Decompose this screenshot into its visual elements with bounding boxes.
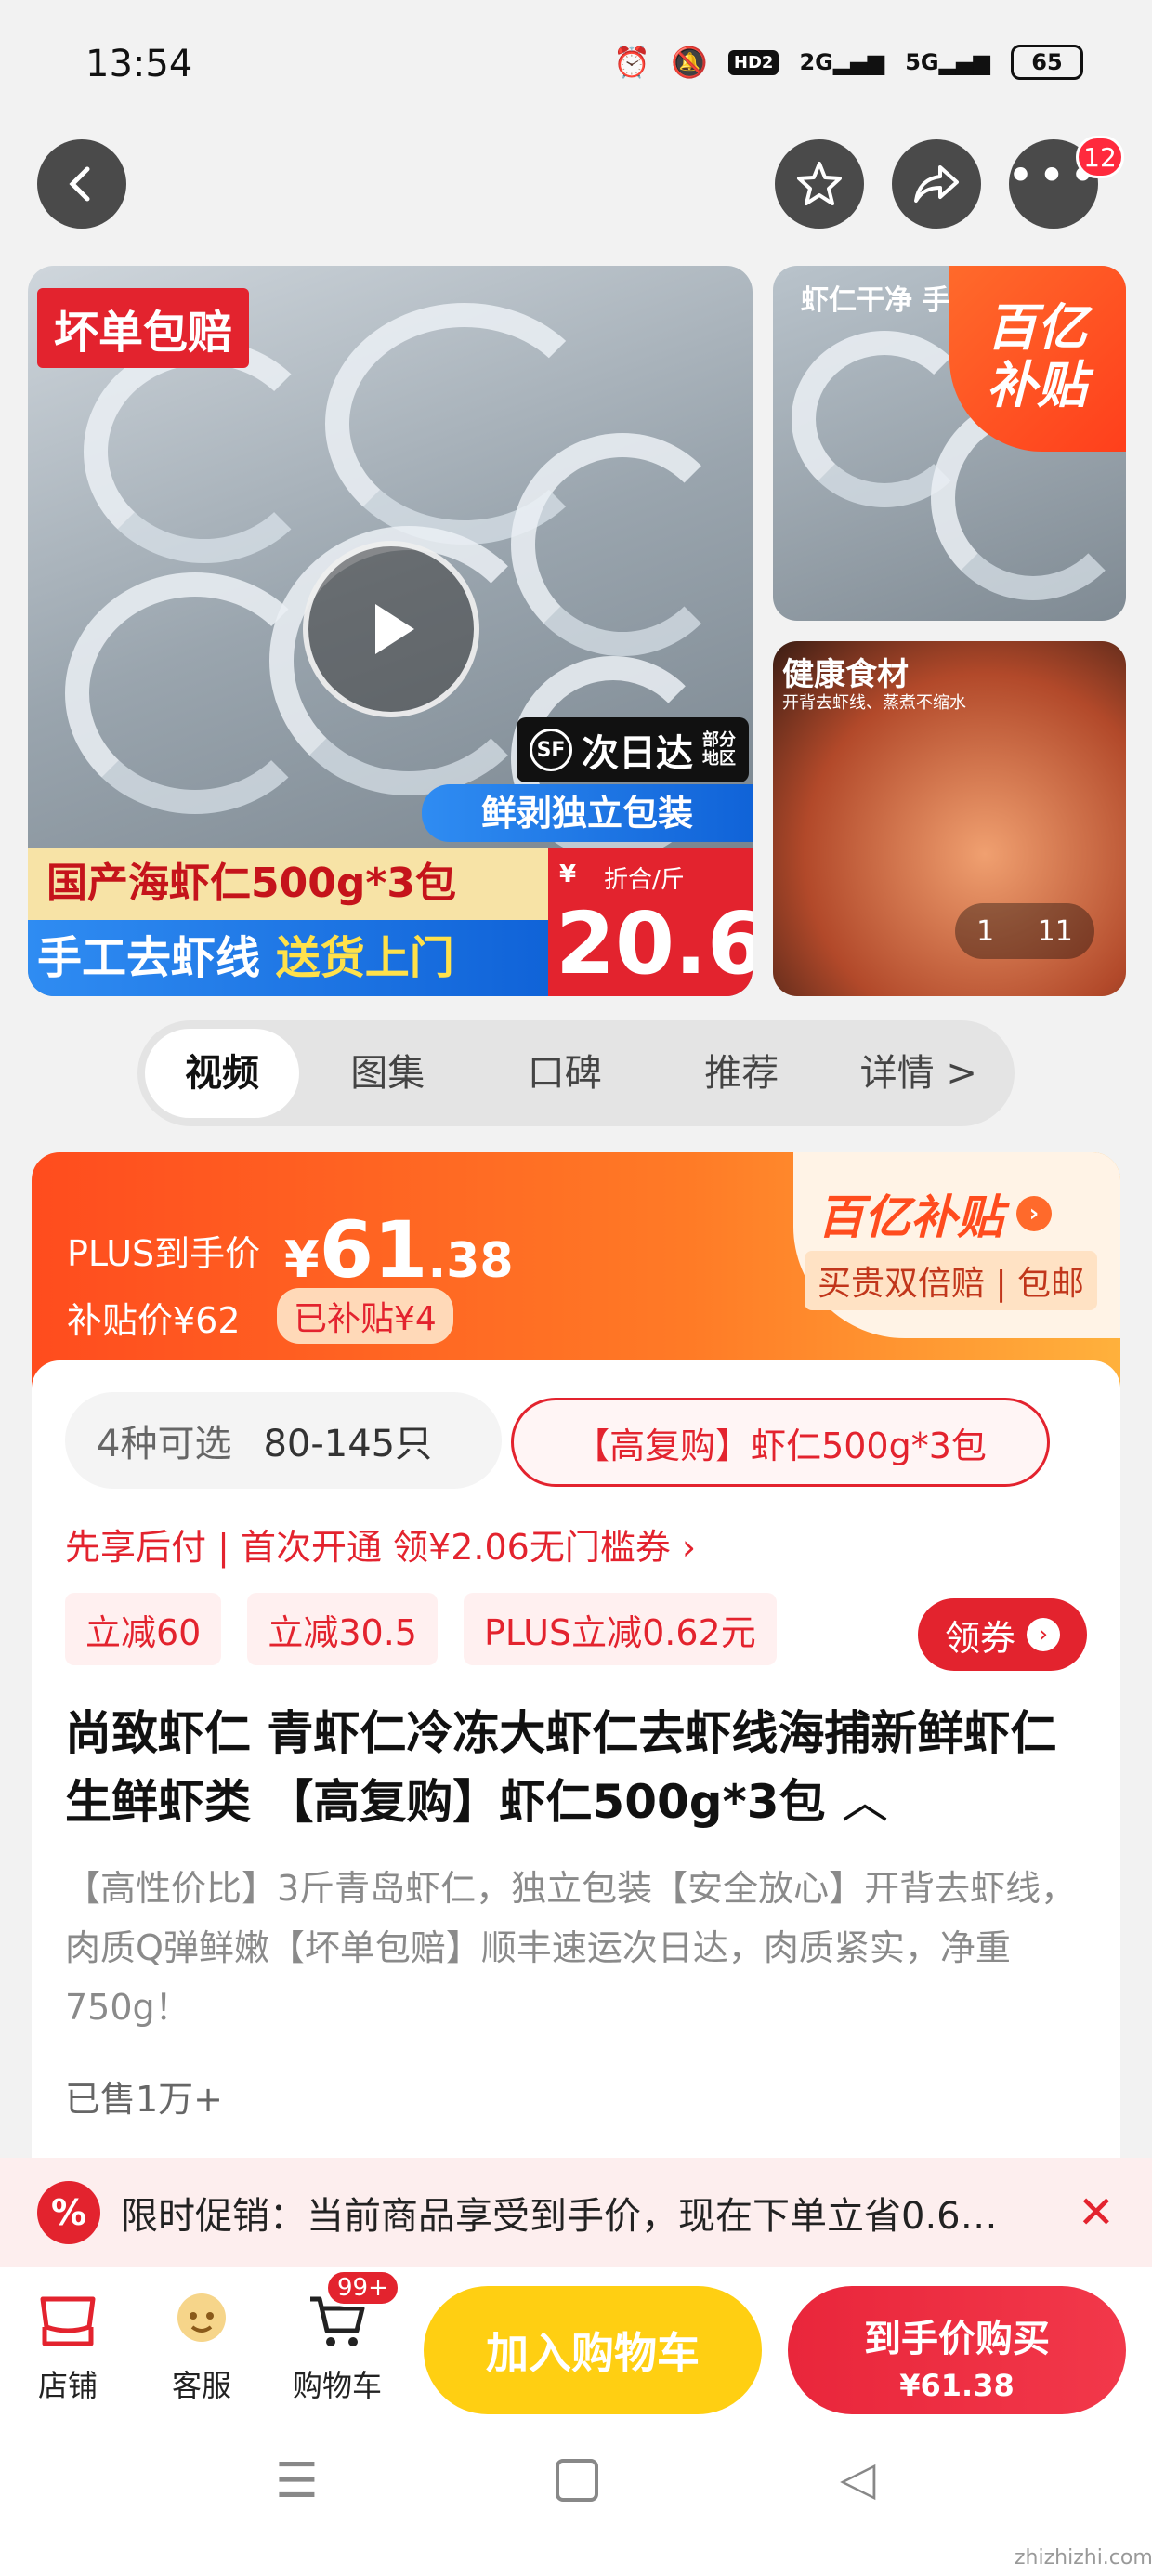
gallery-counter: 1 11 <box>955 903 1094 959</box>
hd-icon: HD2 <box>727 49 779 75</box>
signal-2g-icon: 2G▂▄▆ <box>799 49 885 75</box>
discount-chip: 立减60 <box>65 1593 222 1665</box>
system-navigation-bar: ☰ ◁ zhizhizhi.com <box>0 2416 1152 2576</box>
status-icons: ⏰ 🔕 HD2 2G▂▄▆ 5G▂▄▆ 65 <box>613 45 1083 80</box>
spec-selector[interactable]: 4种可选 80-145只 <box>65 1392 502 1489</box>
sold-count: 已售1万+ <box>65 2079 224 2120</box>
add-to-cart-button[interactable]: 加入购物车 <box>424 2286 762 2414</box>
gallery-thumb-2[interactable]: 健康食材 开背去虾线、蒸煮不缩水 1 11 <box>773 641 1126 996</box>
thumb2-title: 健康食材 <box>782 656 909 693</box>
store-icon <box>40 2296 96 2346</box>
back-nav-icon[interactable]: ◁ <box>840 2451 875 2505</box>
gallery-thumb-1[interactable]: 虾仁干净 手工 百亿 补贴 <box>773 266 1126 621</box>
discount-chips: 立减60 立减30.5 PLUS立减0.62元 <box>65 1593 777 1665</box>
menu-icon[interactable]: ☰ <box>275 2453 319 2509</box>
product-description: 【高性价比】3斤青岛虾仁，独立包装【安全放心】开背去虾线，肉质Q弹鲜嫩【坏单包赔… <box>65 1868 1077 2028</box>
cart-count-badge: 99+ <box>325 2269 400 2307</box>
chevron-up-icon: ︿ <box>841 1775 888 1829</box>
yi-subsidy-badge: 百亿 补贴 <box>949 266 1126 452</box>
promo-banner[interactable]: % 限时促销：当前商品享受到手价，现在下单立省0.6… ✕ <box>0 2158 1152 2267</box>
play-icon <box>375 604 414 654</box>
discount-chip: 立减30.5 <box>247 1593 438 1665</box>
get-coupon-button[interactable]: 领券 › <box>918 1598 1087 1671</box>
chevron-right-icon: › <box>1016 1196 1052 1231</box>
share-icon <box>914 165 959 203</box>
promo-text: 限时促销：当前商品享受到手价，现在下单立省0.6… <box>121 2195 998 2238</box>
customer-service-button[interactable]: 客服 <box>151 2286 253 2405</box>
plus-price-label: PLUS到手价 <box>67 1233 261 1274</box>
tab-gallery[interactable]: 图集 <box>299 1029 477 1118</box>
battery-icon: 65 <box>1011 45 1083 80</box>
close-icon[interactable]: ✕ <box>1078 2187 1115 2239</box>
guarantee-tag: 买贵双倍赔 | 包邮 <box>805 1251 1098 1310</box>
price-card: PLUS到手价 ¥61.38 补贴价¥62 已补贴¥4 百亿补贴 › 买贵双倍赔… <box>32 1152 1120 1394</box>
sf-express-badge: SF 次日达 部分 地区 <box>517 717 749 782</box>
status-time: 13:54 <box>85 43 193 85</box>
signal-5g-icon: 5G▂▄▆ <box>905 49 990 75</box>
chevron-right-icon: › <box>1027 1618 1060 1651</box>
mute-icon: 🔕 <box>671 45 708 80</box>
watermark: zhizhizhi.com <box>1015 2546 1152 2569</box>
sf-small-note: 部分 地区 <box>702 730 736 769</box>
favorite-button[interactable] <box>775 139 864 229</box>
handmade-band: 手工去虾线 送货上门 <box>28 920 548 996</box>
product-info-card: 4种可选 80-145只 【高复购】虾仁500g*3包 先享后付 | 首次开通 … <box>32 1360 1120 2160</box>
service-icon <box>177 2293 226 2342</box>
pay-later-link[interactable]: 先享后付 | 首次开通 领¥2.06无门槛券 › <box>65 1518 696 1570</box>
loss-claim-badge: 坏单包赔 <box>37 288 250 368</box>
media-tab-bar: 视频 图集 口碑 推荐 详情 > <box>137 1020 1015 1126</box>
unit-price-block: ¥ 折合/斤 20.6 <box>548 848 753 996</box>
store-button[interactable]: 店铺 <box>17 2286 119 2405</box>
sf-logo-icon: SF <box>530 729 572 771</box>
tab-video[interactable]: 视频 <box>145 1029 299 1118</box>
share-button[interactable] <box>892 139 981 229</box>
notification-badge: 12 <box>1076 136 1124 178</box>
main-product-image[interactable]: 坏单包赔 SF 次日达 部分 地区 鲜剥独立包装 国产海虾仁500g*3包 手工去… <box>28 266 753 996</box>
product-title[interactable]: 尚致虾仁 青虾仁冷冻大虾仁去虾线海捕新鲜虾仁生鲜虾类 【高复购】虾仁500g*3… <box>65 1699 1087 1836</box>
spec-option-selected[interactable]: 【高复购】虾仁500g*3包 <box>511 1398 1050 1487</box>
tab-recommend[interactable]: 推荐 <box>653 1029 831 1118</box>
buy-now-button[interactable]: 到手价购买 ¥61.38 <box>788 2286 1126 2414</box>
home-icon[interactable] <box>556 2459 598 2502</box>
thumb2-subtitle: 开背去虾线、蒸煮不缩水 <box>782 693 966 713</box>
discount-chip: PLUS立减0.62元 <box>463 1593 777 1665</box>
fresh-pack-band: 鲜剥独立包装 <box>422 784 753 842</box>
discount-icon: % <box>37 2181 100 2244</box>
star-icon <box>797 162 842 205</box>
tab-details[interactable]: 详情 > <box>831 1029 1008 1118</box>
subsidized-tag: 已补贴¥4 <box>277 1288 453 1344</box>
product-line-band: 国产海虾仁500g*3包 <box>28 848 548 920</box>
subsidy-price: 补贴价¥62 <box>67 1300 241 1341</box>
plus-price: ¥61.38 <box>284 1204 514 1295</box>
back-button[interactable] <box>37 139 126 229</box>
play-video-button[interactable] <box>303 541 479 717</box>
tab-reviews[interactable]: 口碑 <box>477 1029 654 1118</box>
chevron-left-icon <box>69 166 90 202</box>
sf-label: 次日达 <box>582 732 693 775</box>
alarm-icon: ⏰ <box>613 45 651 80</box>
yi-subsidy-link[interactable]: 百亿补贴 › <box>818 1180 1052 1247</box>
